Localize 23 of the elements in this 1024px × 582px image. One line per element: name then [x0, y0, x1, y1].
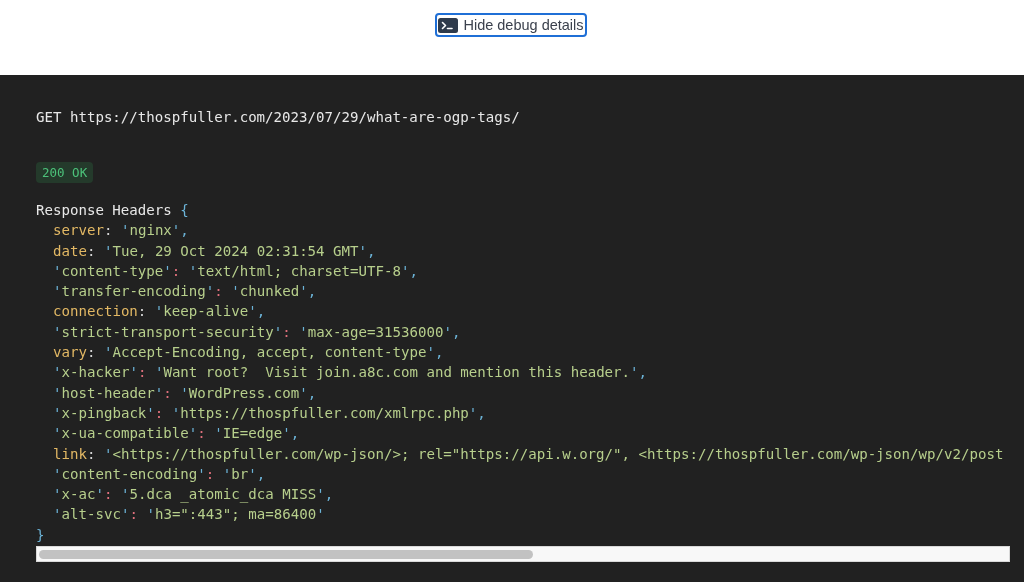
- hide-debug-button[interactable]: Hide debug details: [435, 13, 587, 37]
- code-line: Response Headers {: [36, 201, 190, 220]
- code-line: 'alt-svc': 'h3=":443"; ma=86400': [52, 505, 326, 525]
- code-line: connection: 'keep-alive',: [52, 302, 267, 322]
- code-line: 'content-type': 'text/html; charset=UTF-8',: [52, 261, 419, 281]
- code-line: 'host-header': 'WordPress.com',: [52, 383, 318, 403]
- code-line: }: [36, 525, 46, 545]
- code-line: 'x-hacker': 'Want root? Visit join.a8c.com and mention this header.',: [52, 363, 649, 383]
- horizontal-scrollbar[interactable]: [36, 546, 1010, 563]
- code-line: vary: 'Accept-Encoding, accept, content-type',: [52, 343, 445, 363]
- code-line: 'content-encoding': 'br',: [52, 464, 267, 484]
- scrollbar-thumb[interactable]: [39, 549, 533, 559]
- code-line: 'strict-transport-security': 'max-age=31536000',: [52, 322, 462, 342]
- code-line: 'transfer-encoding': 'chunked',: [52, 282, 318, 302]
- code-line: 'x-pingback': 'https://thospfuller.com/xmlrpc.php',: [52, 403, 487, 423]
- code-line: server: 'nginx',: [52, 221, 190, 241]
- code-line: 'x-ac': '5.dca _atomic_dca MISS',: [52, 485, 335, 505]
- status-badge: 200 OK: [36, 162, 94, 183]
- code-line: 'x-ua-compatible': 'IE=edge',: [52, 424, 301, 444]
- request-line: GET https://thospfuller.com/2023/07/29/what-are-ogp-tags/: [36, 108, 521, 127]
- code-line: date: 'Tue, 29 Oct 2024 02:31:54 GMT',: [52, 241, 377, 261]
- terminal-icon: [438, 17, 459, 33]
- code-line: link: '<https://thospfuller.com/wp-json/>; rel="https://api.w.org/", <https://thospfuller.com/wp-json/wp/v2/post: [52, 444, 1005, 464]
